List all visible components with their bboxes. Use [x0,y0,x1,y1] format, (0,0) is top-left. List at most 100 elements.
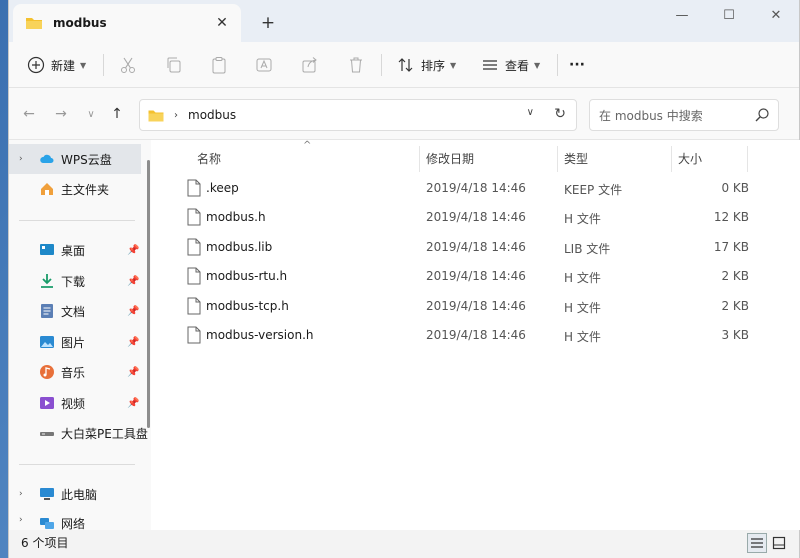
sidebar-item-music[interactable]: 音乐 📌 [9,357,141,387]
sidebar-item-documents[interactable]: 文档 📌 [9,296,141,326]
plus-circle-icon [27,56,45,74]
file-icon [187,326,201,344]
rename-button[interactable] [255,50,273,80]
sidebar-item-label: 下载 [61,274,86,289]
column-header-name[interactable]: 名称 [197,150,221,167]
download-icon [41,274,53,288]
search-input[interactable]: 在 modbus 中搜索 [589,99,779,131]
table-row[interactable]: modbus-rtu.h 2019/4/18 14:46 H 文件 2 KB [151,262,800,291]
column-header-size[interactable]: 大小 [678,150,702,167]
file-icon [187,238,201,256]
file-date: 2019/4/18 14:46 [426,181,526,195]
pin-icon[interactable]: 📌 [127,367,139,378]
share-button[interactable] [301,50,319,80]
close-window-icon[interactable]: ✕ [753,0,799,30]
copy-icon [167,57,181,73]
home-icon [41,183,53,195]
details-view-icon [751,538,763,548]
address-row: ← → ∨ ↑ › modbus ∨ ↻ 在 modbus 中搜索 [9,88,799,140]
column-divider[interactable] [747,146,748,172]
table-row[interactable]: modbus-tcp.h 2019/4/18 14:46 H 文件 2 KB [151,292,800,321]
divider [19,464,135,465]
computer-icon [40,488,54,500]
more-options-icon[interactable]: ··· [569,50,585,80]
address-bar[interactable]: › modbus ∨ ↻ [139,99,577,131]
address-dropdown-icon[interactable]: ∨ [527,107,534,118]
minimize-icon[interactable]: — [659,0,705,30]
sidebar-item-pe-drive[interactable]: 大白菜PE工具盘 [9,418,148,448]
sidebar-item-network[interactable]: › 网络 [9,509,141,530]
nav-scrollbar[interactable] [147,160,150,428]
new-tab-icon[interactable]: + [257,12,279,34]
delete-button[interactable] [347,50,365,80]
file-name: modbus.h [206,210,266,224]
navigation-pane: › WPS云盘 主文件夹 桌面 📌 下载 📌 文档 📌 图片 📌 音乐 📌 视频… [9,140,151,530]
chevron-down-icon: ▼ [534,60,541,70]
expand-arrow-icon[interactable]: › [19,515,23,525]
tab-modbus[interactable]: modbus ✕ [13,4,241,42]
table-row[interactable]: modbus.h 2019/4/18 14:46 H 文件 12 KB [151,203,800,232]
cut-button[interactable] [119,50,137,80]
pin-icon[interactable]: 📌 [127,398,139,409]
status-bar: 6 个项目 [9,530,799,558]
table-row[interactable]: modbus-version.h 2019/4/18 14:46 H 文件 3 … [151,321,800,350]
up-arrow-icon[interactable]: ↑ [107,104,127,124]
item-count: 6 个项目 [21,536,69,550]
new-button[interactable]: 新建 ▼ [27,50,86,80]
details-view-button[interactable] [747,533,767,553]
pin-icon[interactable]: 📌 [127,306,139,317]
sort-button[interactable]: 排序 ▼ [397,50,456,80]
sidebar-item-home[interactable]: 主文件夹 [9,174,141,204]
breadcrumb-modbus[interactable]: modbus [188,108,236,122]
file-size: 0 KB [721,181,749,195]
video-icon [40,397,54,409]
table-row[interactable]: .keep 2019/4/18 14:46 KEEP 文件 0 KB [151,174,800,203]
tab-close-icon[interactable]: ✕ [211,12,233,34]
file-size: 17 KB [713,240,749,254]
file-list: ^ 名称 修改日期 类型 大小 .keep 2019/4/18 14:46 KE… [151,140,800,530]
sidebar-item-label: 大白菜PE工具盘 [61,426,148,441]
breadcrumb-chevron-icon: › [174,109,178,121]
refresh-icon[interactable]: ↻ [554,106,566,122]
column-divider[interactable] [671,146,672,172]
divider [103,54,104,76]
command-bar: 新建 ▼ 排序 ▼ 查看 ▼ ··· [9,42,799,88]
file-type: H 文件 [564,271,601,285]
drive-icon [40,432,54,436]
divider [557,54,558,76]
pin-icon[interactable]: 📌 [127,337,139,348]
maximize-icon[interactable]: ☐ [706,0,752,30]
sidebar-item-this-pc[interactable]: › 此电脑 [9,479,141,509]
sidebar-item-downloads[interactable]: 下载 📌 [9,266,141,296]
search-icon [755,108,769,122]
expand-arrow-icon[interactable]: › [19,489,23,499]
file-icon [187,267,201,285]
tiles-view-button[interactable] [769,533,789,553]
back-arrow-icon[interactable]: ← [19,104,39,124]
forward-arrow-icon[interactable]: → [51,104,71,124]
document-icon [41,304,53,318]
new-label: 新建 [51,58,76,73]
recent-chevron-icon[interactable]: ∨ [81,104,101,124]
folder-icon [148,110,164,121]
file-date: 2019/4/18 14:46 [426,328,526,342]
column-divider[interactable] [419,146,420,172]
chevron-down-icon: ▼ [450,60,457,70]
pin-icon[interactable]: 📌 [127,245,139,256]
view-label: 查看 [505,58,530,73]
column-divider[interactable] [557,146,558,172]
view-button[interactable]: 查看 ▼ [481,50,540,80]
paste-button[interactable] [210,50,228,80]
pin-icon[interactable]: 📌 [127,276,139,287]
expand-arrow-icon[interactable]: › [19,154,23,164]
sidebar-item-wps-cloud[interactable]: › WPS云盘 [9,144,141,174]
sidebar-item-desktop[interactable]: 桌面 📌 [9,235,141,265]
file-date: 2019/4/18 14:46 [426,269,526,283]
file-size: 2 KB [721,269,749,283]
sidebar-item-pictures[interactable]: 图片 📌 [9,327,141,357]
column-header-date[interactable]: 修改日期 [426,150,474,167]
sidebar-item-videos[interactable]: 视频 📌 [9,388,141,418]
column-header-type[interactable]: 类型 [564,150,588,167]
table-row[interactable]: modbus.lib 2019/4/18 14:46 LIB 文件 17 KB [151,233,800,262]
copy-button[interactable] [165,50,183,80]
